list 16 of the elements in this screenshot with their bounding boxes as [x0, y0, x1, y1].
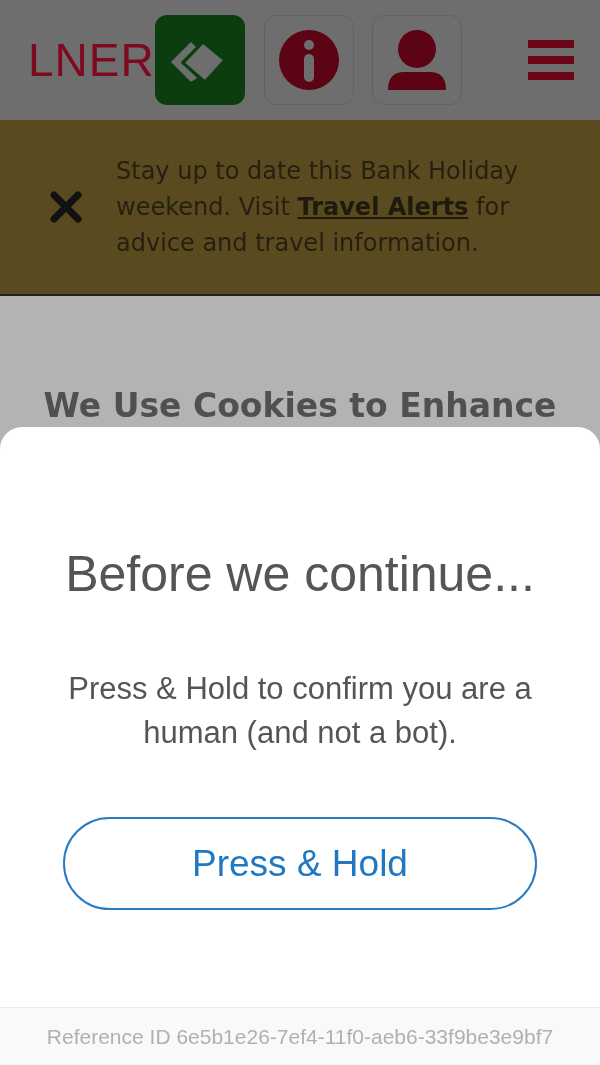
page-heading: We Use Cookies to Enhance [42, 386, 558, 425]
reference-id: Reference ID 6e5b1e26-7ef4-11f0-aeb6-33f9be3e9bf7 [46, 1024, 554, 1049]
travel-alerts-link[interactable]: Travel Alerts [297, 193, 469, 221]
menu-icon [528, 40, 574, 80]
close-icon [50, 191, 82, 223]
close-button[interactable] [50, 191, 82, 223]
person-icon [387, 30, 446, 90]
tickets-button[interactable] [154, 15, 245, 105]
press-and-hold-button[interactable]: Press & Hold [63, 817, 537, 910]
info-button[interactable] [263, 15, 354, 105]
account-button[interactable] [371, 15, 462, 105]
dialog-message: Press & Hold to confirm you are a human (and not a bot). [67, 670, 533, 752]
info-icon [278, 30, 339, 90]
menu-button[interactable] [528, 40, 574, 80]
logo[interactable]: LNER [28, 33, 155, 87]
dialog-title: Before we continue... [65, 545, 535, 603]
